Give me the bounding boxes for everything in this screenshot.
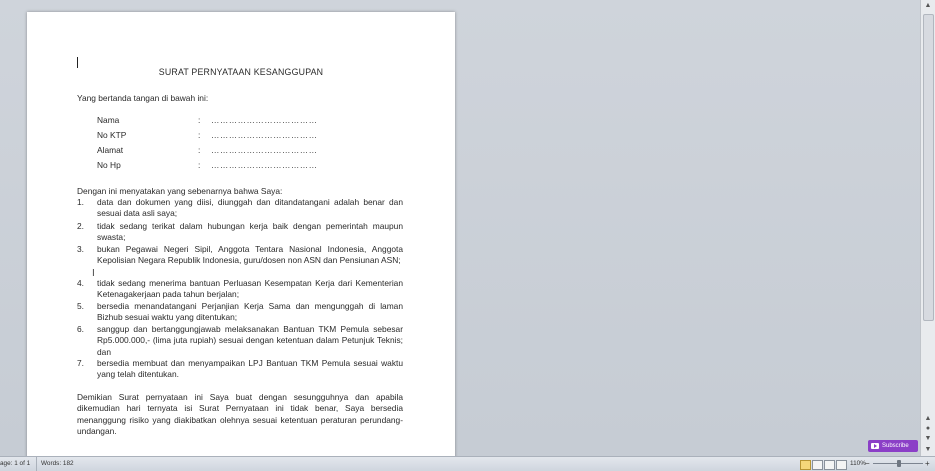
- list-item-text: tidak sedang terikat dalam hubungan kerj…: [97, 221, 403, 243]
- previous-page-button[interactable]: ▲: [921, 414, 935, 424]
- document-title: SURAT PERNYATAAN KESANGGUPAN: [158, 67, 324, 77]
- zoom-out-button[interactable]: −: [865, 457, 870, 471]
- list-item-number: 6.: [77, 324, 84, 334]
- page-count[interactable]: age: 1 of 1: [0, 457, 30, 471]
- full-screen-reading-view-icon[interactable]: [812, 460, 823, 470]
- web-layout-view-icon[interactable]: [824, 460, 835, 470]
- list-item-number: 5.: [77, 301, 84, 311]
- document-page[interactable]: SURAT PERNYATAAN KESANGGUPAN Yang bertan…: [27, 12, 455, 457]
- print-layout-view-icon[interactable]: [800, 460, 811, 470]
- field-colon: :: [198, 145, 201, 155]
- field-colon: :: [198, 130, 201, 140]
- zoom-slider-thumb[interactable]: [897, 460, 901, 467]
- field-value: ………………………………: [211, 115, 318, 125]
- closing-paragraph: Demikian Surat pernyataan ini Saya buat …: [77, 392, 403, 437]
- statement-lead: Dengan ini menyatakan yang sebenarnya ba…: [77, 186, 283, 196]
- list-item-number: 7.: [77, 358, 84, 368]
- list-item-text: sanggup dan bertanggungjawab melaksanaka…: [97, 324, 403, 357]
- field-colon: :: [198, 115, 201, 125]
- document-workspace[interactable]: SURAT PERNYATAAN KESANGGUPAN Yang bertan…: [0, 0, 921, 457]
- field-value: ………………………………: [211, 160, 318, 170]
- browse-object-button[interactable]: ●: [921, 424, 935, 434]
- scroll-thumb[interactable]: [923, 14, 934, 321]
- list-item-text: bersedia membuat dan menyampaikan LPJ Ba…: [97, 358, 403, 380]
- list-item-text: data dan dokumen yang diisi, diunggah da…: [97, 197, 403, 219]
- outline-view-icon[interactable]: [836, 460, 847, 470]
- field-label: Nama: [97, 115, 120, 125]
- youtube-play-icon: [871, 443, 879, 449]
- scroll-up-button[interactable]: ▲: [921, 0, 935, 12]
- ibeam-cursor-icon: I: [92, 268, 95, 279]
- list-item-text: bukan Pegawai Negeri Sipil, Anggota Tent…: [97, 244, 403, 266]
- list-item-number: 2.: [77, 221, 84, 231]
- field-label: Alamat: [97, 145, 124, 155]
- field-value: ………………………………: [211, 130, 318, 140]
- vertical-scrollbar[interactable]: ▲ ▲ ● ▼ ▼: [920, 0, 935, 457]
- word-count[interactable]: Words: 182: [36, 457, 74, 471]
- field-colon: :: [198, 160, 201, 170]
- scroll-down-button[interactable]: ▼: [921, 444, 935, 456]
- list-item-text: tidak sedang menerima bantuan Perluasan …: [97, 278, 403, 300]
- list-item-number: 1.: [77, 197, 84, 207]
- next-page-button[interactable]: ▼: [921, 434, 935, 444]
- zoom-in-button[interactable]: +: [925, 457, 930, 471]
- field-label: No Hp: [97, 160, 121, 170]
- zoom-level[interactable]: 110%: [850, 457, 866, 471]
- status-bar: age: 1 of 1 Words: 182 110% − +: [0, 456, 935, 471]
- subscribe-button[interactable]: Subscribe: [868, 440, 918, 452]
- list-item-text: bersedia menandatangani Perjanjian Kerja…: [97, 301, 403, 323]
- list-item-number: 3.: [77, 244, 84, 254]
- field-label: No KTP: [97, 130, 127, 140]
- list-item-number: 4.: [77, 278, 84, 288]
- intro-text: Yang bertanda tangan di bawah ini:: [77, 93, 209, 103]
- subscribe-label: Subscribe: [882, 443, 909, 449]
- field-value: ………………………………: [211, 145, 318, 155]
